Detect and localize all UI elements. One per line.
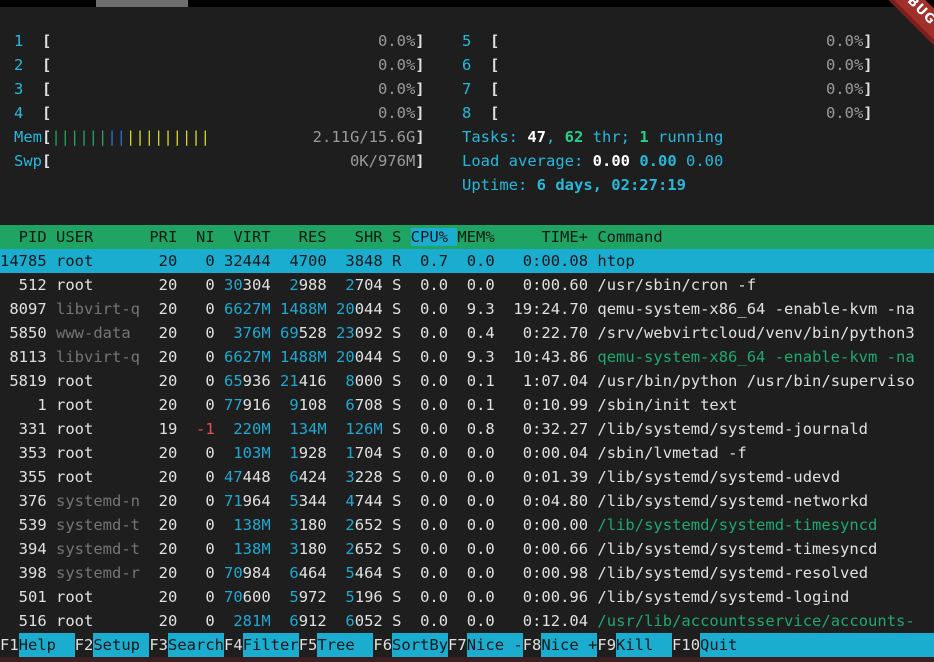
process-table: PID USER PRI NI VIRT RES SHR S CPU% MEM%… xyxy=(0,225,934,633)
column-header-pri: PRI xyxy=(149,228,186,246)
column-header-command: Command xyxy=(597,228,662,246)
cpu-meter-3: 3 [ 0.0%] xyxy=(14,77,425,101)
table-header: PID USER PRI NI VIRT RES SHR S CPU% MEM%… xyxy=(0,225,934,249)
column-header-virt: VIRT xyxy=(224,228,280,246)
cpu-meter-2: 2 [ 0.0%] xyxy=(14,53,425,77)
cpu-meter-4: 4 [ 0.0%] xyxy=(14,101,425,125)
fkey-f5-key[interactable]: F5 xyxy=(299,633,318,657)
process-row-355[interactable]: 355 root 20 0 47448 6424 3228 S 0.0 0.0 … xyxy=(0,465,934,489)
column-header-cpu%[interactable]: CPU% xyxy=(411,228,458,246)
column-header-shr: SHR xyxy=(336,228,392,246)
fkey-f10-label[interactable]: Quit xyxy=(700,633,756,657)
fkey-f9-label[interactable]: Kill xyxy=(616,633,672,657)
process-row-1[interactable]: 1 root 20 0 77916 9108 6708 S 0.0 0.1 0:… xyxy=(0,393,934,417)
process-row-5850[interactable]: 5850 www-data 20 0 376M 69528 23092 S 0.… xyxy=(0,321,934,345)
column-header-ni: NI xyxy=(187,228,224,246)
fkey-f3-key[interactable]: F3 xyxy=(149,633,168,657)
terminal: 1 [ 0.0%]2 [ 0.0%]3 [ 0.0%]4 [ 0.0%]Mem[… xyxy=(0,7,934,657)
process-row-8113[interactable]: 8113 libvirt-q 20 0 6627M 1488M 20044 S … xyxy=(0,345,934,369)
fkey-f4-key[interactable]: F4 xyxy=(224,633,243,657)
fkey-f2-label[interactable]: Setup xyxy=(93,633,149,657)
uptime-line: Uptime: 6 days, 02:27:19 xyxy=(462,173,873,197)
fkey-f7-label[interactable]: Nice - xyxy=(467,633,523,657)
cpu-meter-7: 7 [ 0.0%] xyxy=(462,77,873,101)
process-row-331[interactable]: 331 root 19 -1 220M 134M 126M S 0.0 0.8 … xyxy=(0,417,934,441)
fkey-f10-key[interactable]: F10 xyxy=(672,633,700,657)
process-row-512[interactable]: 512 root 20 0 30304 2988 2704 S 0.0 0.0 … xyxy=(0,273,934,297)
cpu-meter-1: 1 [ 0.0%] xyxy=(14,29,425,53)
column-header-user: USER xyxy=(56,228,149,246)
debug-ribbon-label: DEBUG xyxy=(864,0,934,58)
load-average-line: Load average: 0.00 0.00 0.00 xyxy=(462,149,873,173)
debug-ribbon: DEBUG xyxy=(864,0,934,70)
column-header-res: RES xyxy=(280,228,336,246)
process-row-394[interactable]: 394 systemd-t 20 0 138M 3180 2652 S 0.0 … xyxy=(0,537,934,561)
fkey-bar-filler xyxy=(756,633,934,657)
swap-meter: Swp[ 0K/976M] xyxy=(14,149,425,173)
bottom-edge-strip xyxy=(0,657,934,662)
fkey-f8-label[interactable]: Nice + xyxy=(541,633,597,657)
process-row-539[interactable]: 539 systemd-t 20 0 138M 3180 2652 S 0.0 … xyxy=(0,513,934,537)
fkey-f1-key[interactable]: F1 xyxy=(0,633,19,657)
fkey-f3-label[interactable]: Search xyxy=(168,633,224,657)
process-row-353[interactable]: 353 root 20 0 103M 1928 1704 S 0.0 0.0 0… xyxy=(0,441,934,465)
process-row-14785[interactable]: 14785 root 20 0 32444 4700 3848 R 0.7 0.… xyxy=(0,249,934,273)
fkey-f6-key[interactable]: F6 xyxy=(373,633,392,657)
tasks-line: Tasks: 47, 62 thr; 1 running xyxy=(462,125,873,149)
htop-screen: DEBUG 1 [ 0.0%]2 [ 0.0%]3 [ 0.0%]4 [ 0.0… xyxy=(0,0,934,662)
process-row-5819[interactable]: 5819 root 20 0 65936 21416 8000 S 0.0 0.… xyxy=(0,369,934,393)
process-row-8097[interactable]: 8097 libvirt-q 20 0 6627M 1488M 20044 S … xyxy=(0,297,934,321)
column-header-time+: TIME+ xyxy=(504,228,597,246)
meters-right-column: 5 [ 0.0%]6 [ 0.0%]7 [ 0.0%]8 [ 0.0%]Task… xyxy=(462,29,873,197)
fkey-f7-key[interactable]: F7 xyxy=(448,633,467,657)
memory-meter: Mem[||||||||||||||||| 2.11G/15.6G] xyxy=(14,125,425,149)
fkey-f6-label[interactable]: SortBy xyxy=(392,633,448,657)
column-header-pid: PID xyxy=(0,228,56,246)
cpu-meter-5: 5 [ 0.0%] xyxy=(462,29,873,53)
fkey-f1-label[interactable]: Help xyxy=(19,633,75,657)
column-header-mem%: MEM% xyxy=(457,228,504,246)
function-key-bar: F1Help F2Setup F3SearchF4FilterF5Tree F6… xyxy=(0,633,934,657)
fkey-f8-key[interactable]: F8 xyxy=(523,633,542,657)
column-header-s: S xyxy=(392,228,411,246)
fkey-f9-key[interactable]: F9 xyxy=(597,633,616,657)
process-row-398[interactable]: 398 systemd-r 20 0 70984 6464 5464 S 0.0… xyxy=(0,561,934,585)
meters-left-column: 1 [ 0.0%]2 [ 0.0%]3 [ 0.0%]4 [ 0.0%]Mem[… xyxy=(14,29,425,173)
fkey-f5-label[interactable]: Tree xyxy=(317,633,373,657)
process-row-516[interactable]: 516 root 20 0 281M 6912 6052 S 0.0 0.0 0… xyxy=(0,609,934,633)
fkey-f2-key[interactable]: F2 xyxy=(75,633,94,657)
window-tab-strip xyxy=(96,0,188,7)
cpu-meter-8: 8 [ 0.0%] xyxy=(462,101,873,125)
window-top-strip xyxy=(0,0,934,7)
cpu-meter-6: 6 [ 0.0%] xyxy=(462,53,873,77)
process-row-501[interactable]: 501 root 20 0 70600 5972 5196 S 0.0 0.0 … xyxy=(0,585,934,609)
process-row-376[interactable]: 376 systemd-n 20 0 71964 5344 4744 S 0.0… xyxy=(0,489,934,513)
fkey-f4-label[interactable]: Filter xyxy=(243,633,299,657)
